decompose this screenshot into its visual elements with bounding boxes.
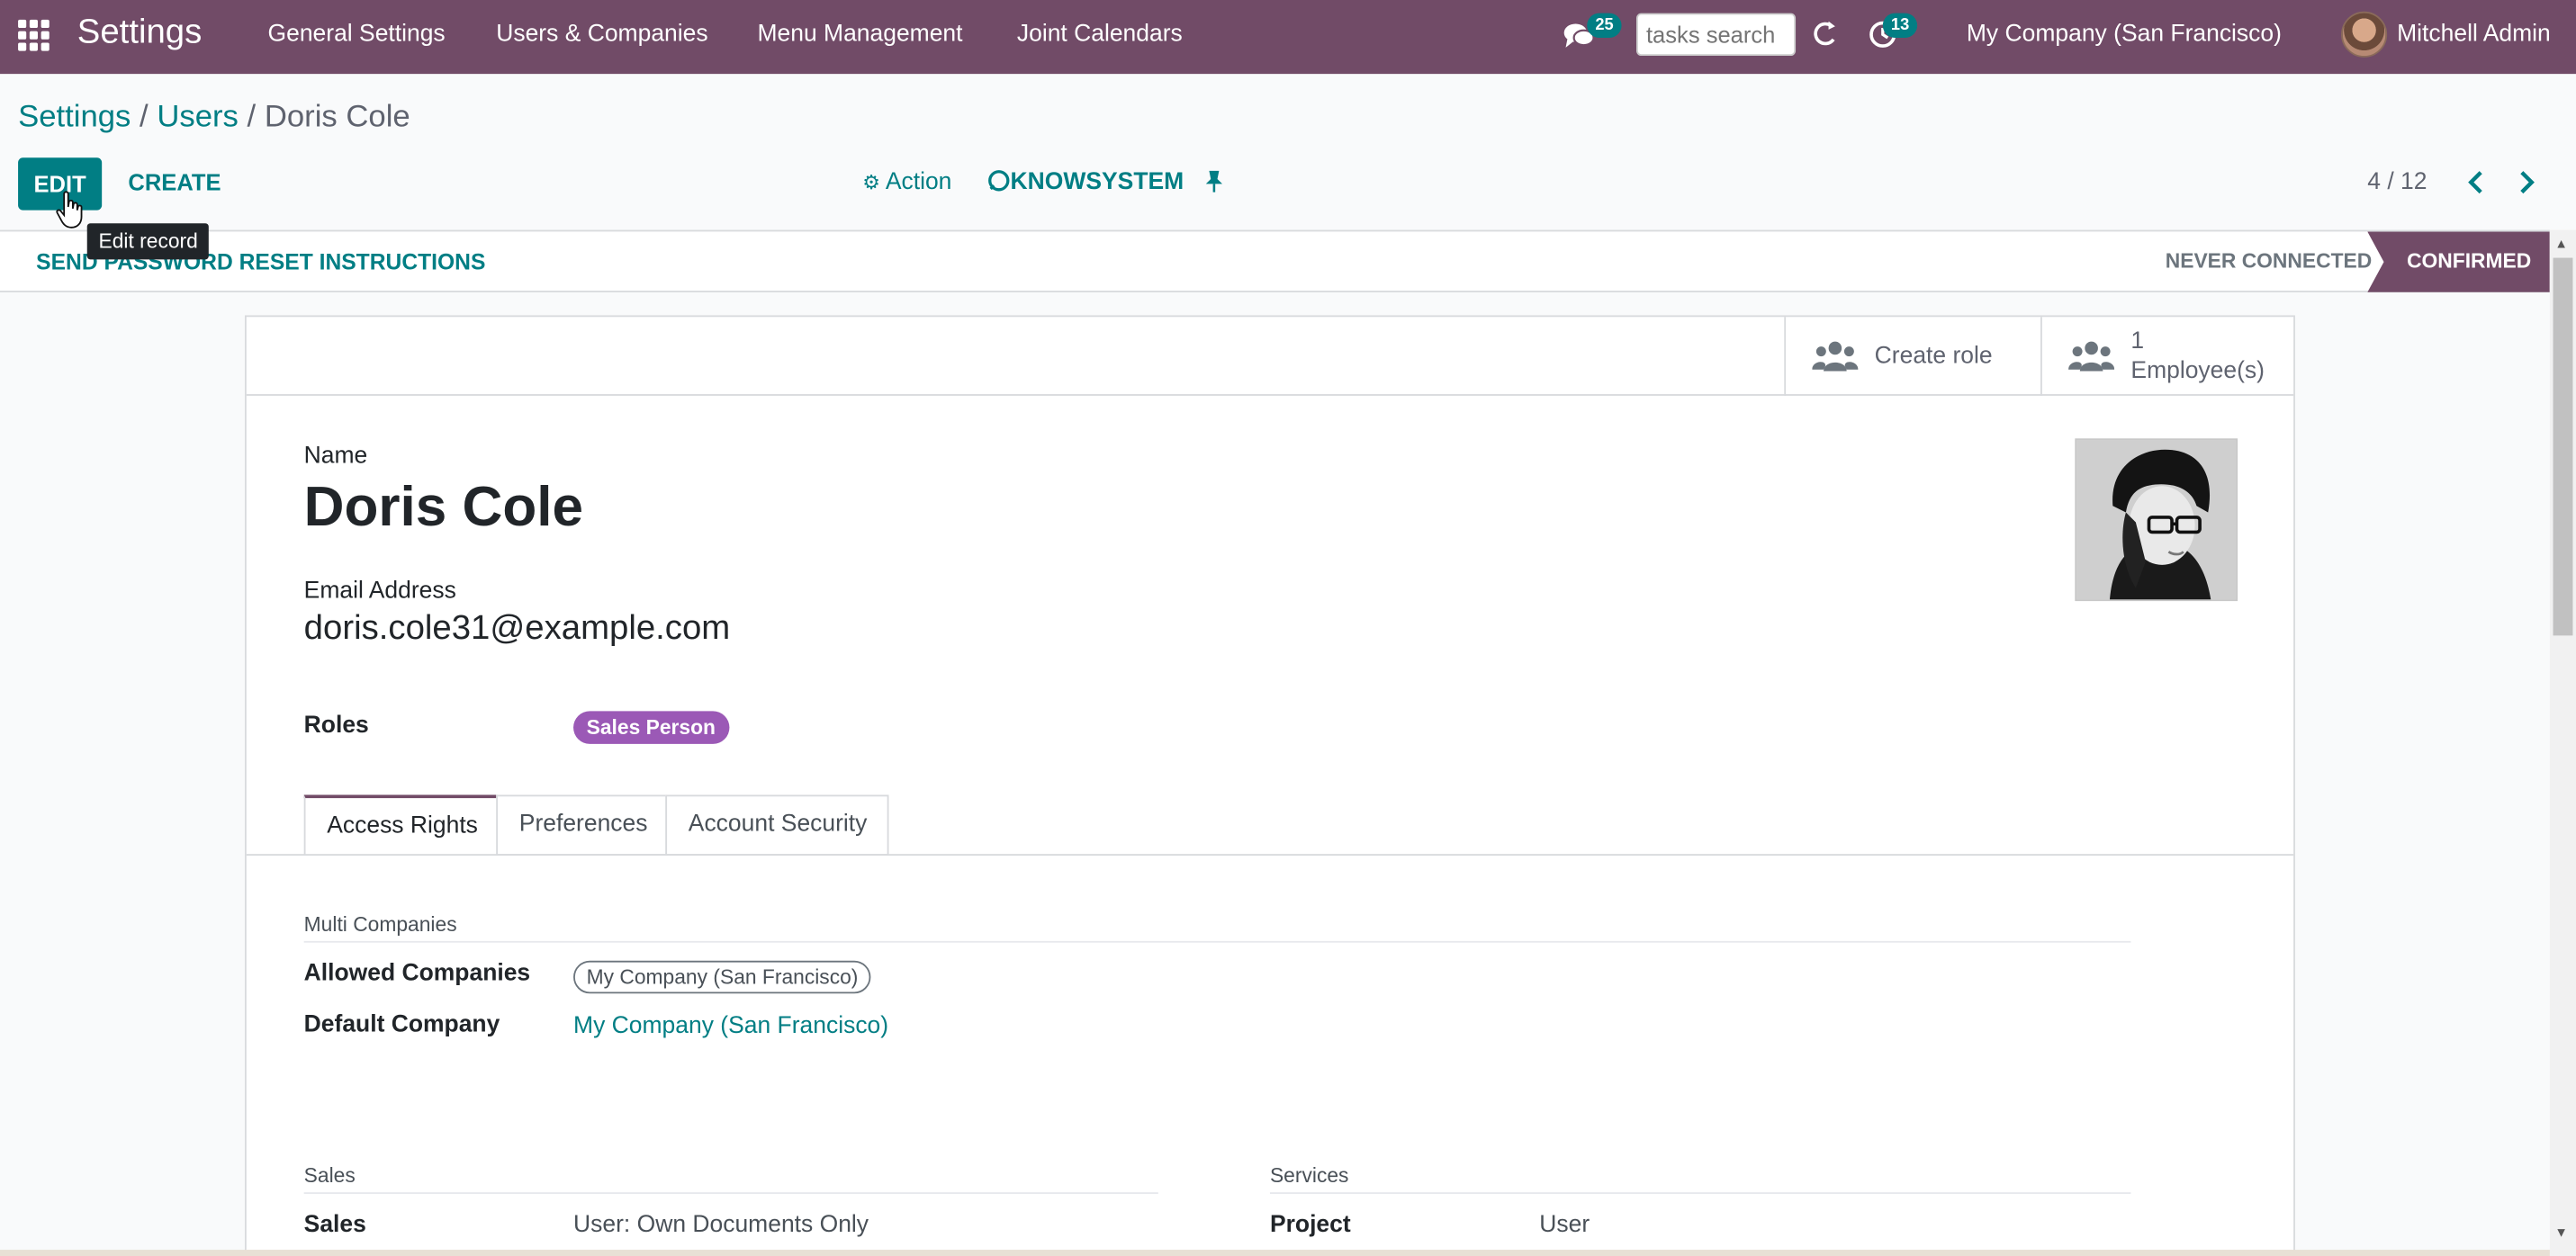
company-switcher[interactable]: My Company (San Francisco) bbox=[1967, 22, 2282, 48]
menu-general-settings[interactable]: General Settings bbox=[268, 22, 446, 48]
breadcrumb-separator: / bbox=[238, 100, 265, 135]
user-avatar[interactable] bbox=[2341, 11, 2388, 58]
roles-label: Roles bbox=[303, 713, 369, 740]
hand-cursor-icon bbox=[56, 191, 83, 229]
action-label: Action bbox=[885, 169, 952, 196]
stage-confirmed: CONFIRMED bbox=[2367, 231, 2550, 292]
user-menu[interactable]: Mitchell Admin bbox=[2397, 22, 2551, 48]
tab-access-rights[interactable]: Access Rights bbox=[303, 794, 499, 856]
bottom-strip bbox=[0, 1250, 2550, 1256]
messages-count-badge: 25 bbox=[1587, 13, 1622, 38]
employee-label: Employee(s) bbox=[2130, 357, 2265, 385]
breadcrumb-current: Doris Cole bbox=[264, 100, 410, 135]
sales-group-title: Sales bbox=[303, 1164, 356, 1188]
project-label: Project bbox=[1269, 1212, 1351, 1239]
email-value: doris.cole31@example.com bbox=[303, 609, 731, 648]
vertical-scrollbar[interactable]: ▲ ▼ bbox=[2549, 229, 2576, 1256]
project-value[interactable]: User bbox=[1539, 1212, 1590, 1238]
app-window: Settings General Settings Users & Compan… bbox=[0, 0, 2576, 1256]
users-icon bbox=[1812, 341, 1859, 372]
menu-users-companies[interactable]: Users & Companies bbox=[496, 22, 707, 48]
knowsystem-button[interactable]: KNOWSYSTEM bbox=[987, 169, 1184, 195]
user-portrait-image bbox=[2076, 440, 2237, 600]
smart-button-box: Create role 1 Employee(s) bbox=[246, 317, 2294, 396]
scroll-thumb[interactable] bbox=[2553, 257, 2573, 636]
sales-label: Sales bbox=[303, 1212, 366, 1239]
group-divider bbox=[1269, 1192, 2131, 1194]
breadcrumb-settings[interactable]: Settings bbox=[18, 100, 131, 134]
employees-button[interactable]: 1 Employee(s) bbox=[2040, 317, 2293, 396]
user-photo[interactable] bbox=[2075, 438, 2238, 602]
default-company-link[interactable]: My Company (San Francisco) bbox=[573, 1013, 888, 1039]
scroll-up-arrow-icon[interactable]: ▲ bbox=[2554, 237, 2567, 251]
app-title: Settings bbox=[77, 13, 203, 51]
tab-account-security[interactable]: Account Security bbox=[665, 794, 889, 856]
knowsystem-icon bbox=[988, 170, 1010, 192]
tabs-divider bbox=[246, 854, 2294, 856]
services-group-title: Services bbox=[1269, 1164, 1349, 1188]
pager-value[interactable]: 4 / 12 bbox=[2367, 169, 2427, 195]
multi-companies-title: Multi Companies bbox=[303, 912, 457, 937]
top-navbar: Settings General Settings Users & Compan… bbox=[0, 0, 2576, 75]
allowed-companies-label: Allowed Companies bbox=[303, 960, 531, 988]
employee-count: 1 bbox=[2130, 328, 2145, 355]
default-company-label: Default Company bbox=[303, 1011, 500, 1038]
stage-never-connected: NEVER CONNECTED bbox=[2165, 249, 2373, 273]
gear-icon: ⚙ bbox=[862, 170, 880, 194]
breadcrumb-users[interactable]: Users bbox=[157, 100, 239, 134]
users-icon bbox=[2068, 341, 2115, 372]
group-divider bbox=[303, 940, 2131, 943]
chevron-right-icon[interactable] bbox=[2518, 171, 2535, 194]
pin-icon[interactable] bbox=[1204, 169, 1224, 199]
knowsystem-label: KNOWSYSTEM bbox=[1010, 169, 1184, 196]
status-bar: SEND PASSWORD RESET INSTRUCTIONS NEVER C… bbox=[0, 229, 2550, 292]
email-label: Email Address bbox=[303, 578, 456, 605]
create-role-button[interactable]: Create role bbox=[1784, 317, 2040, 396]
apps-grid-icon[interactable] bbox=[18, 19, 50, 51]
create-button[interactable]: CREATE bbox=[128, 169, 221, 195]
edit-tooltip: Edit record bbox=[86, 223, 210, 260]
menu-menu-management[interactable]: Menu Management bbox=[757, 22, 962, 48]
group-divider bbox=[303, 1192, 1158, 1194]
sales-value[interactable]: User: Own Documents Only bbox=[573, 1212, 869, 1238]
refresh-icon[interactable] bbox=[1812, 20, 1838, 49]
name-label: Name bbox=[303, 443, 368, 471]
action-dropdown[interactable]: ⚙ Action bbox=[862, 169, 951, 195]
breadcrumb: Settings / Users / Doris Cole bbox=[18, 100, 410, 136]
tasks-search-input[interactable] bbox=[1635, 13, 1797, 57]
activities-count-badge: 13 bbox=[1882, 13, 1918, 38]
role-tag-sales-person[interactable]: Sales Person bbox=[573, 711, 729, 744]
menu-joint-calendars[interactable]: Joint Calendars bbox=[1017, 22, 1183, 48]
tab-preferences[interactable]: Preferences bbox=[496, 794, 668, 856]
form-sheet: Create role 1 Employee(s) Name Doris Col… bbox=[244, 315, 2295, 1256]
chevron-left-icon[interactable] bbox=[2468, 171, 2484, 194]
create-role-label: Create role bbox=[1874, 343, 1993, 370]
breadcrumb-separator: / bbox=[131, 100, 158, 135]
name-value: Doris Cole bbox=[303, 476, 584, 539]
scroll-down-arrow-icon[interactable]: ▼ bbox=[2554, 1225, 2567, 1240]
allowed-company-tag[interactable]: My Company (San Francisco) bbox=[573, 960, 872, 994]
